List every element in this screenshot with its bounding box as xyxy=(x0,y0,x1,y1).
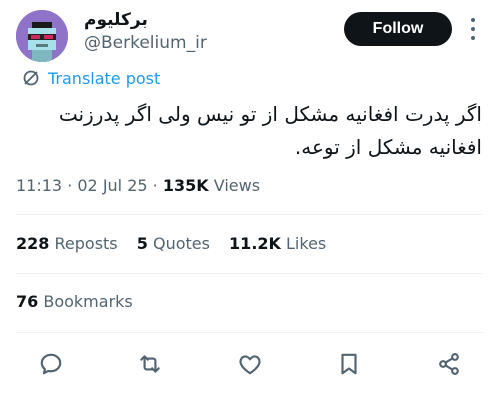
divider xyxy=(16,273,484,274)
post-meta: 11:13 · 02 Jul 25 · 135K Views xyxy=(16,176,260,195)
share-icon[interactable] xyxy=(436,351,462,377)
translate-label: Translate post xyxy=(48,68,161,88)
repost-icon[interactable] xyxy=(137,351,163,377)
pixel-avatar-icon xyxy=(16,10,68,62)
bookmarks-count: 76 xyxy=(16,292,39,311)
translate-icon xyxy=(23,70,39,86)
reposts-stat[interactable]: 228 Reposts xyxy=(16,234,118,253)
avatar[interactable] xyxy=(16,10,68,62)
reposts-count: 228 xyxy=(16,234,50,253)
bookmarks-stat[interactable]: 76 Bookmarks xyxy=(16,292,133,311)
bookmark-icon[interactable] xyxy=(336,351,362,377)
more-options-icon[interactable] xyxy=(466,18,480,40)
quotes-count: 5 xyxy=(136,234,148,253)
author-handle[interactable]: @Berkelium_ir xyxy=(84,33,207,53)
divider xyxy=(16,332,484,333)
reply-icon[interactable] xyxy=(38,351,64,377)
meta-separator: · xyxy=(152,176,163,195)
post-text: اگر پدرت افغانیه مشکل از تو نیس ولی اگر … xyxy=(58,102,482,159)
likes-count: 11.2K xyxy=(229,234,281,253)
bookmarks-label: Bookmarks xyxy=(43,292,133,311)
likes-label: Likes xyxy=(286,234,327,253)
divider xyxy=(16,214,484,215)
views-label: Views xyxy=(213,176,261,195)
engagement-stats: 228 Reposts 5 Quotes 11.2K Likes xyxy=(16,234,340,253)
likes-stat[interactable]: 11.2K Likes xyxy=(229,234,326,253)
views-count: 135K xyxy=(162,176,209,195)
translate-link[interactable]: Translate post xyxy=(22,66,160,90)
post-time[interactable]: 11:13 xyxy=(16,176,62,195)
post-date[interactable]: 02 Jul 25 xyxy=(77,176,147,195)
quotes-stat[interactable]: 5 Quotes xyxy=(137,234,210,253)
meta-separator: · xyxy=(67,176,78,195)
author-display-name[interactable]: برکلیوم xyxy=(84,10,224,30)
follow-button[interactable]: Follow xyxy=(344,12,452,46)
quotes-label: Quotes xyxy=(152,234,210,253)
like-icon[interactable] xyxy=(237,351,263,377)
action-bar xyxy=(0,344,500,384)
reposts-label: Reposts xyxy=(54,234,118,253)
